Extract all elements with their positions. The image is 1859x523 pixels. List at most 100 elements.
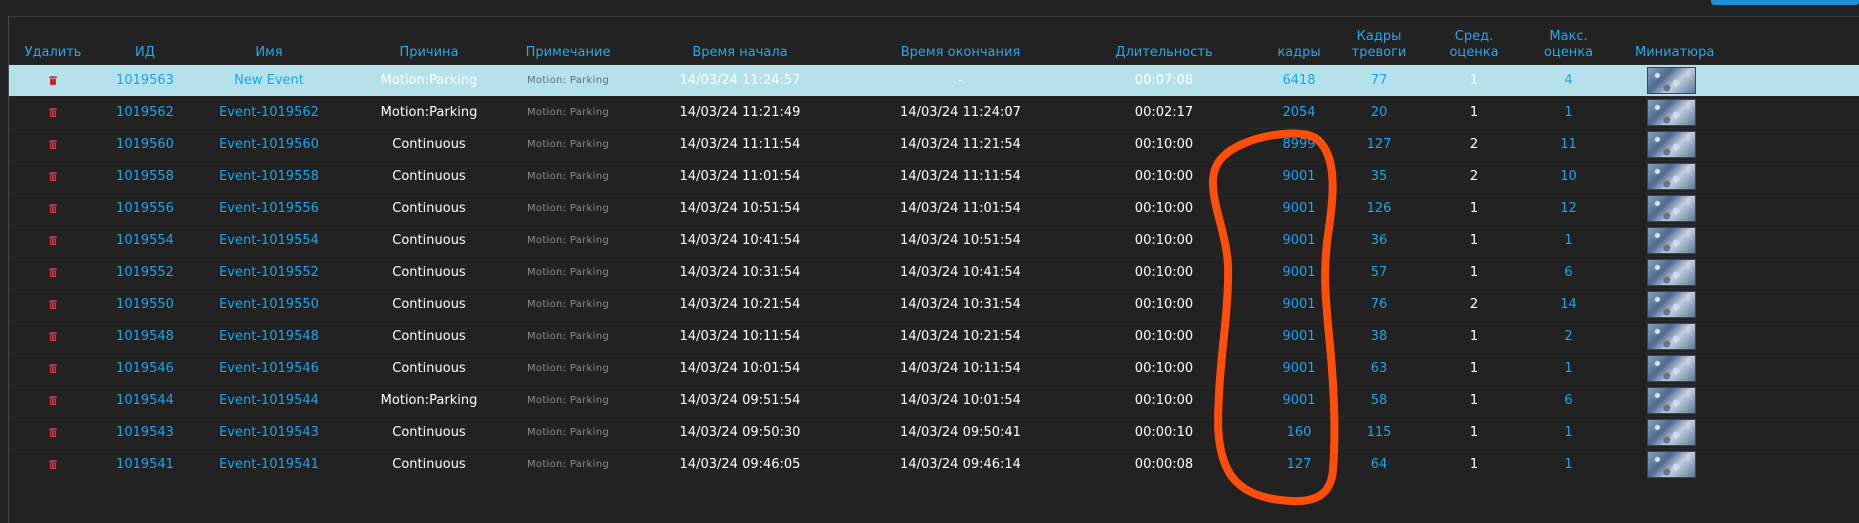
trash-icon[interactable]	[49, 236, 57, 245]
col-header-note[interactable]: Примечание	[513, 17, 623, 65]
delete-cell[interactable]	[9, 321, 97, 353]
event-id-link[interactable]: 1019546	[97, 353, 193, 385]
trash-icon[interactable]	[49, 140, 57, 149]
delete-cell[interactable]	[9, 64, 97, 97]
col-header-avg-score[interactable]: Сред. оценка	[1424, 17, 1524, 65]
event-max-score-link[interactable]: 6	[1524, 257, 1613, 289]
event-max-score-link[interactable]: 6	[1524, 385, 1613, 417]
thumbnail-cell[interactable]	[1613, 257, 1859, 289]
event-max-score-link[interactable]: 1	[1524, 97, 1613, 129]
col-header-cause[interactable]: Причина	[345, 17, 513, 65]
table-row[interactable]: 1019544 Event-1019544 Motion:Parking Motion…	[9, 384, 1859, 417]
event-id-link[interactable]: 1019552	[97, 257, 193, 289]
trash-icon[interactable]	[49, 428, 57, 437]
event-frames-link[interactable]: 9001	[1264, 161, 1334, 193]
trash-icon[interactable]	[49, 332, 57, 341]
event-thumbnail[interactable]	[1647, 451, 1696, 478]
event-max-score-link[interactable]: 1	[1524, 225, 1613, 257]
event-id-link[interactable]: 1019563	[97, 64, 193, 97]
trash-icon[interactable]	[49, 364, 57, 373]
event-id-link[interactable]: 1019558	[97, 161, 193, 193]
table-row[interactable]: 1019558 Event-1019558 Continuous Motion: Pa…	[9, 160, 1859, 193]
col-header-start-time[interactable]: Время начала	[623, 17, 857, 65]
event-name-link[interactable]: Event-1019544	[193, 385, 345, 417]
event-id-link[interactable]: 1019556	[97, 193, 193, 225]
event-thumbnail[interactable]	[1647, 259, 1696, 286]
event-id-link[interactable]: 1019544	[97, 385, 193, 417]
thumbnail-cell[interactable]	[1613, 97, 1859, 129]
trash-icon[interactable]	[49, 300, 57, 309]
table-row[interactable]: 1019546 Event-1019546 Continuous Motion: Pa…	[9, 352, 1859, 385]
event-max-score-link[interactable]: 12	[1524, 193, 1613, 225]
table-row[interactable]: 1019550 Event-1019550 Continuous Motion: Pa…	[9, 288, 1859, 321]
delete-cell[interactable]	[9, 129, 97, 161]
event-alarm-frames-link[interactable]: 76	[1334, 289, 1424, 321]
event-thumbnail[interactable]	[1647, 67, 1696, 94]
event-alarm-frames-link[interactable]: 64	[1334, 449, 1424, 481]
event-id-link[interactable]: 1019562	[97, 97, 193, 129]
event-name-link[interactable]: Event-1019558	[193, 161, 345, 193]
thumbnail-cell[interactable]	[1613, 225, 1859, 257]
delete-cell[interactable]	[9, 161, 97, 193]
event-max-score-link[interactable]: 1	[1524, 353, 1613, 385]
delete-cell[interactable]	[9, 193, 97, 225]
event-frames-link[interactable]: 9001	[1264, 289, 1334, 321]
col-header-duration[interactable]: Длительность	[1064, 17, 1264, 65]
event-alarm-frames-link[interactable]: 57	[1334, 257, 1424, 289]
event-frames-link[interactable]: 9001	[1264, 385, 1334, 417]
event-thumbnail[interactable]	[1647, 227, 1696, 254]
thumbnail-cell[interactable]	[1613, 385, 1859, 417]
col-header-id[interactable]: ИД	[97, 17, 193, 65]
event-thumbnail[interactable]	[1647, 387, 1696, 414]
event-frames-link[interactable]: 9001	[1264, 353, 1334, 385]
table-row[interactable]: 1019543 Event-1019543 Continuous Motion: Pa…	[9, 416, 1859, 449]
delete-cell[interactable]	[9, 385, 97, 417]
event-name-link[interactable]: Event-1019548	[193, 321, 345, 353]
event-alarm-frames-link[interactable]: 58	[1334, 385, 1424, 417]
table-row[interactable]: 1019556 Event-1019556 Continuous Motion: Pa…	[9, 192, 1859, 225]
event-frames-link[interactable]: 9001	[1264, 225, 1334, 257]
event-alarm-frames-link[interactable]: 126	[1334, 193, 1424, 225]
event-name-link[interactable]: Event-1019554	[193, 225, 345, 257]
thumbnail-cell[interactable]	[1613, 449, 1859, 481]
event-thumbnail[interactable]	[1647, 291, 1696, 318]
event-name-link[interactable]: Event-1019556	[193, 193, 345, 225]
event-frames-link[interactable]: 9001	[1264, 321, 1334, 353]
thumbnail-cell[interactable]	[1613, 417, 1859, 449]
event-alarm-frames-link[interactable]: 35	[1334, 161, 1424, 193]
event-frames-link[interactable]: 6418	[1264, 64, 1334, 97]
event-id-link[interactable]: 1019543	[97, 417, 193, 449]
thumbnail-cell[interactable]	[1613, 64, 1859, 97]
top-right-button-edge[interactable]	[1711, 0, 1859, 5]
trash-icon[interactable]	[49, 108, 57, 117]
event-thumbnail[interactable]	[1647, 419, 1696, 446]
event-frames-link[interactable]: 9001	[1264, 257, 1334, 289]
event-frames-link[interactable]: 8999	[1264, 129, 1334, 161]
col-header-end-time[interactable]: Время окончания	[857, 17, 1064, 65]
event-id-link[interactable]: 1019550	[97, 289, 193, 321]
event-max-score-link[interactable]: 14	[1524, 289, 1613, 321]
thumbnail-cell[interactable]	[1613, 161, 1859, 193]
event-alarm-frames-link[interactable]: 38	[1334, 321, 1424, 353]
trash-icon[interactable]	[49, 268, 57, 277]
table-row[interactable]: 1019562 Event-1019562 Motion:Parking Motion…	[9, 96, 1859, 129]
event-alarm-frames-link[interactable]: 36	[1334, 225, 1424, 257]
event-id-link[interactable]: 1019560	[97, 129, 193, 161]
trash-icon[interactable]	[49, 396, 57, 405]
event-id-link[interactable]: 1019554	[97, 225, 193, 257]
thumbnail-cell[interactable]	[1613, 321, 1859, 353]
trash-icon[interactable]	[49, 204, 57, 213]
event-name-link[interactable]: New Event	[193, 64, 345, 97]
event-max-score-link[interactable]: 10	[1524, 161, 1613, 193]
event-max-score-link[interactable]: 1	[1524, 417, 1613, 449]
thumbnail-cell[interactable]	[1613, 353, 1859, 385]
event-id-link[interactable]: 1019541	[97, 449, 193, 481]
event-alarm-frames-link[interactable]: 77	[1334, 64, 1424, 97]
delete-cell[interactable]	[9, 97, 97, 129]
col-header-thumbnail[interactable]: Миниатюра	[1613, 17, 1859, 65]
thumbnail-cell[interactable]	[1613, 289, 1859, 321]
delete-cell[interactable]	[9, 353, 97, 385]
col-header-alarm-frames[interactable]: Кадры тревоги	[1334, 17, 1424, 65]
event-thumbnail[interactable]	[1647, 323, 1696, 350]
trash-icon[interactable]	[49, 76, 57, 85]
